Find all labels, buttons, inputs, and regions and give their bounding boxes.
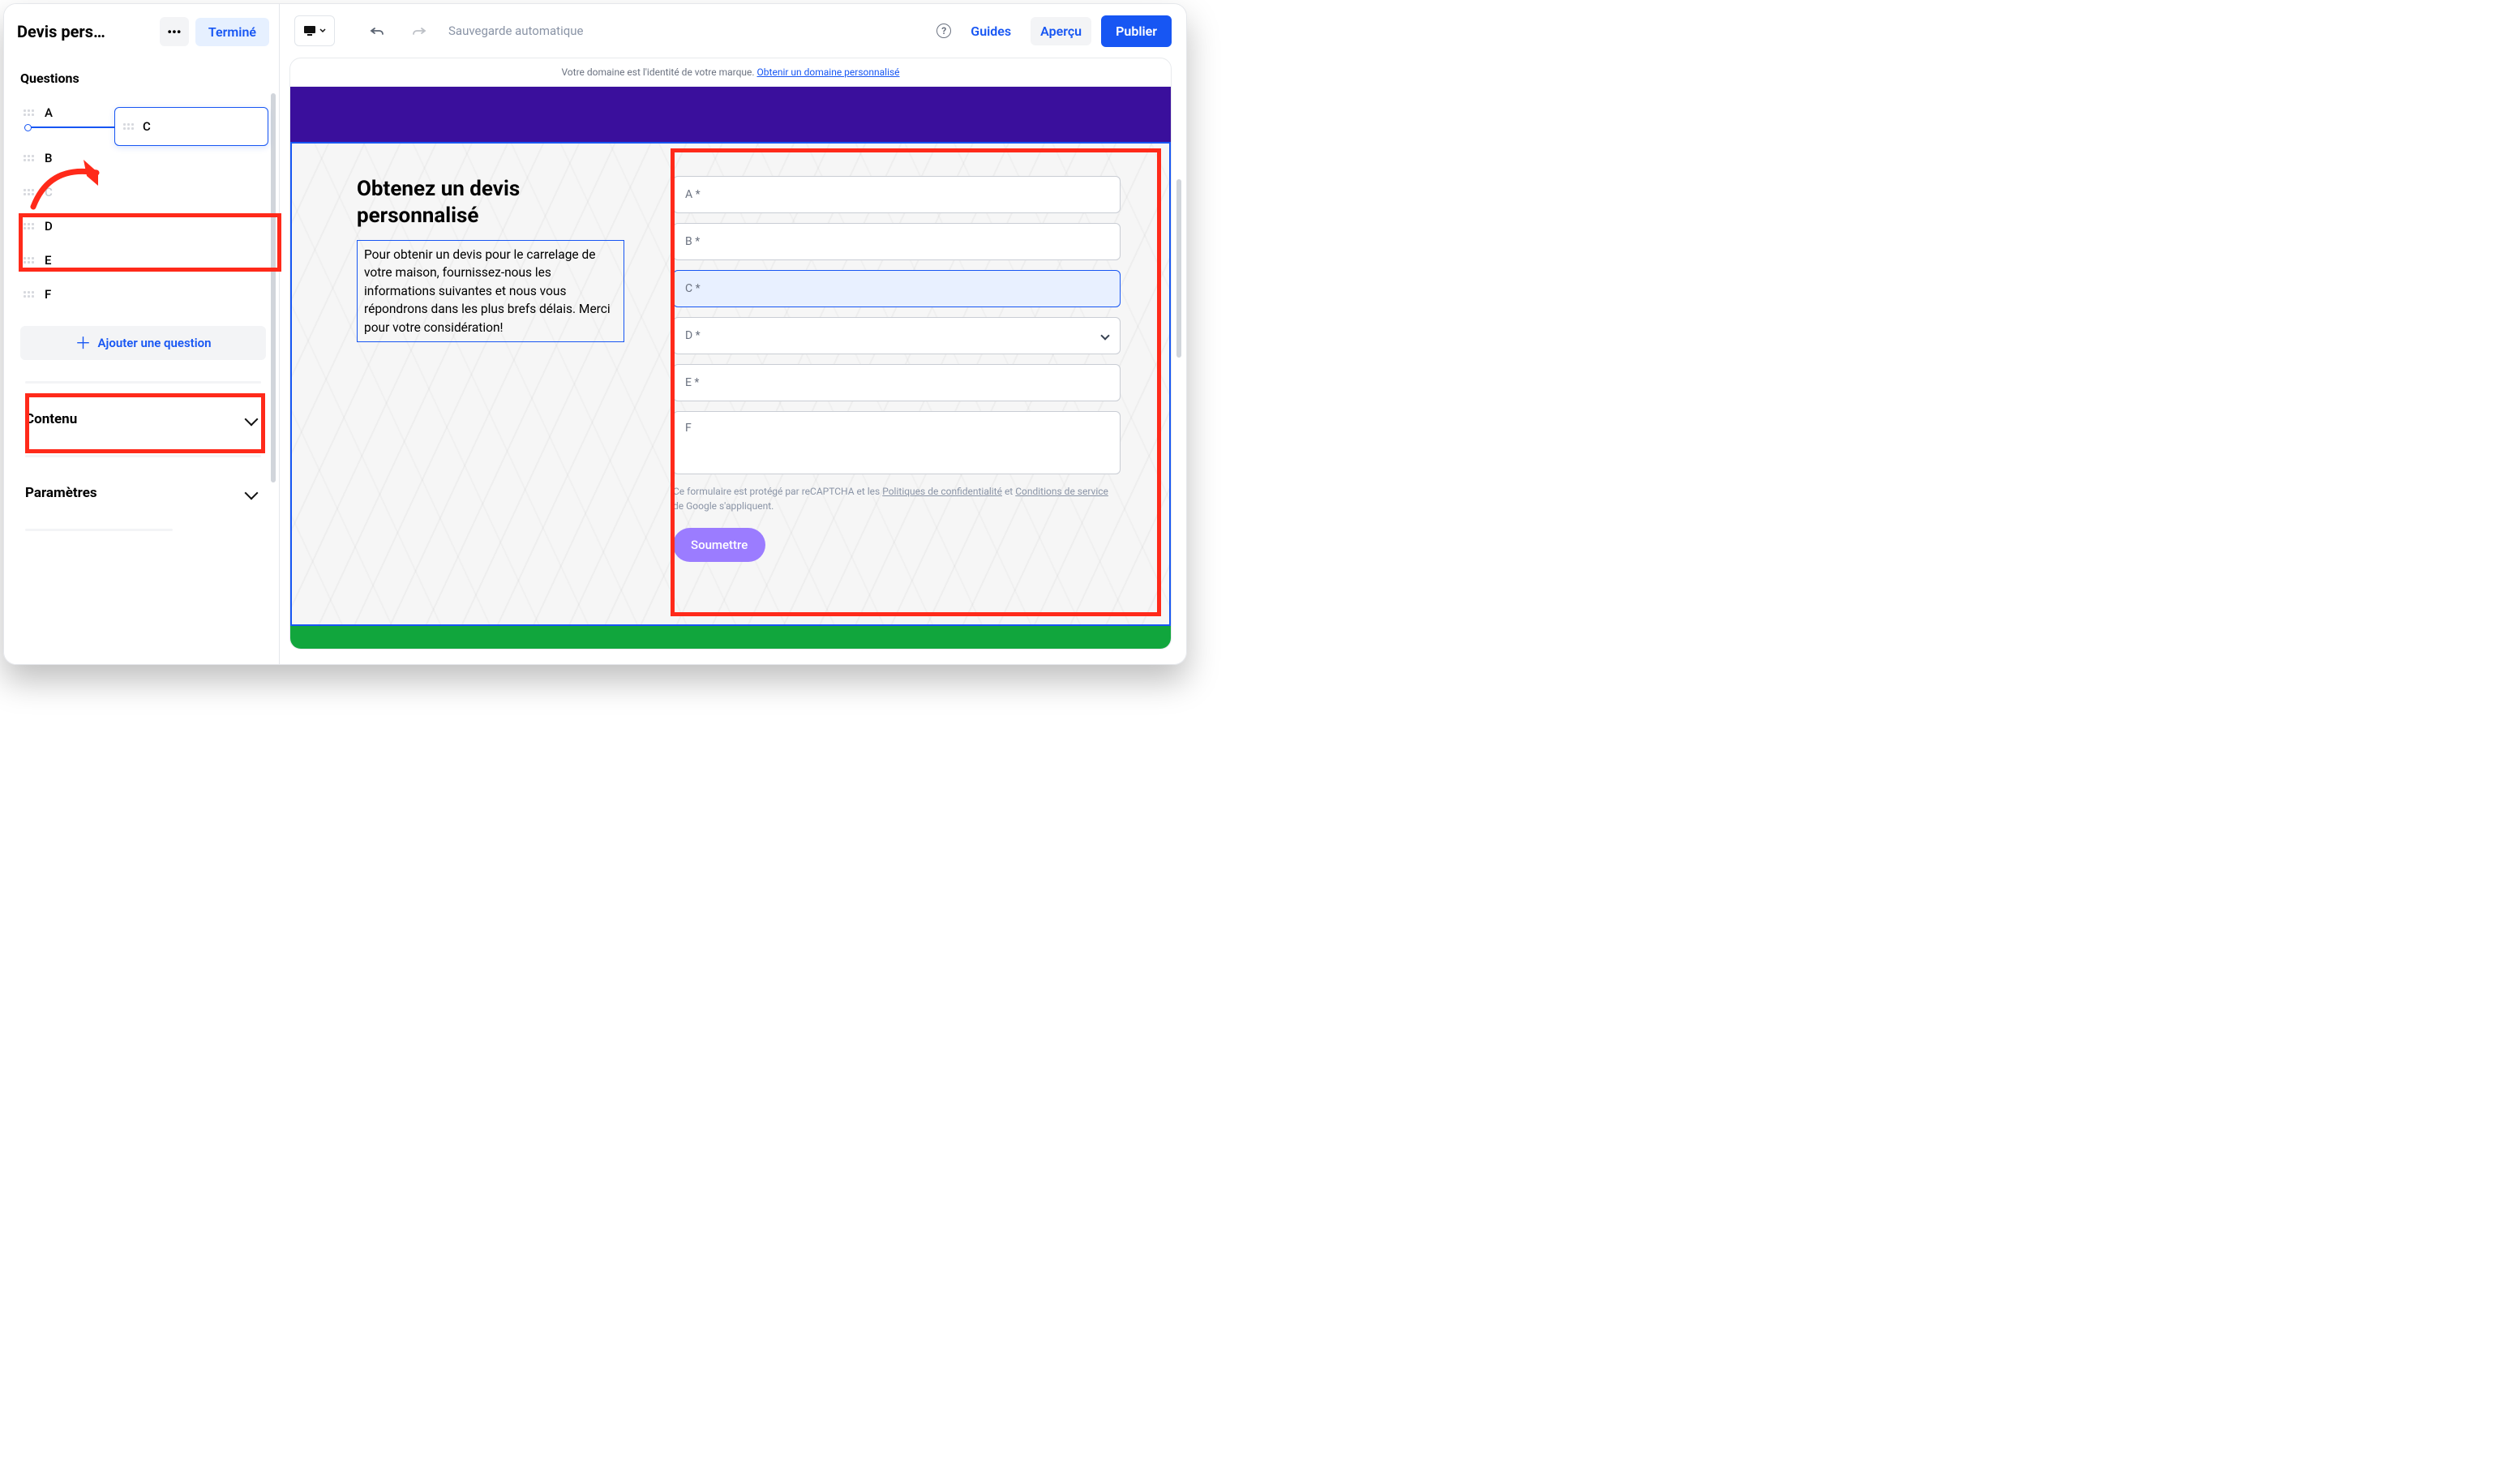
add-question-button[interactable]: ＋ Ajouter une question [20,326,266,360]
guides-link[interactable]: Guides [961,17,1021,45]
question-row[interactable]: E [20,243,266,277]
divider [25,529,173,531]
domain-notice: Votre domaine est l'identité de votre ma… [290,58,1171,87]
form-title: Obtenez un devis personnalisé [357,176,624,229]
question-row[interactable]: F [20,277,266,311]
done-button[interactable]: Terminé [195,18,269,46]
drag-handle-icon[interactable] [123,123,135,130]
redo-icon [412,26,426,36]
drag-handle-icon[interactable] [24,109,35,116]
page-title: Devis pers… [17,22,153,41]
desktop-icon [303,25,316,36]
form-field-f[interactable]: F [673,411,1121,474]
undo-button[interactable] [361,15,393,46]
divider [25,381,261,384]
toolbar: Sauvegarde automatique ? Guides Aperçu P… [280,4,1186,58]
question-row-ghost[interactable]: C [20,175,266,209]
chevron-down-icon [1100,331,1109,340]
form-field-a[interactable]: A * [673,176,1121,213]
domain-link[interactable]: Obtenir un domaine personnalisé [757,66,900,78]
add-question-label: Ajouter une question [98,336,212,350]
more-button[interactable]: ••• [160,17,189,46]
question-label: C [45,185,53,199]
question-label: D [45,219,53,234]
dragging-question-card[interactable]: C [114,107,268,146]
device-preview-button[interactable] [294,15,335,46]
form-field-c[interactable]: C * [673,270,1121,307]
submit-button[interactable]: Soumettre [673,528,765,562]
canvas-scrollbar[interactable] [1176,179,1181,358]
drag-handle-icon[interactable] [24,189,35,195]
undo-icon [370,26,384,36]
question-row[interactable]: D [20,209,266,243]
dragging-question-label: C [143,119,151,134]
question-label: A [45,105,53,120]
drag-handle-icon[interactable] [24,291,35,298]
question-row[interactable]: B [20,141,266,175]
divider [25,455,261,457]
preview-button[interactable]: Aperçu [1031,17,1091,45]
header-band [290,87,1171,142]
canvas: Votre domaine est l'identité de votre ma… [289,58,1172,649]
chevron-down-icon [245,413,259,427]
drag-handle-icon[interactable] [24,257,35,264]
plus-icon: ＋ [75,335,92,351]
accordion-contenu[interactable]: Contenu [20,405,266,434]
sidebar: Devis pers… ••• Terminé Questions C A [4,4,280,664]
sidebar-scrollbar[interactable] [271,93,276,482]
form-description[interactable]: Pour obtenir un devis pour le carrelage … [357,240,624,342]
form-field-b[interactable]: B * [673,223,1121,260]
recaptcha-notice: Ce formulaire est protégé par reCAPTCHA … [673,484,1121,513]
autosave-status: Sauvegarde automatique [448,24,583,38]
redo-button[interactable] [403,15,435,46]
drag-handle-icon[interactable] [24,155,35,161]
accordion-parametres[interactable]: Paramètres [20,478,266,508]
drag-handle-icon[interactable] [24,223,35,229]
help-icon[interactable]: ? [936,24,951,38]
form-field-e[interactable]: E * [673,364,1121,401]
privacy-link[interactable]: Politiques de confidentialité [882,486,1002,497]
question-label: B [45,151,52,165]
chevron-down-icon [245,487,259,500]
questions-heading: Questions [20,71,266,86]
footer-band [290,626,1171,649]
question-label: F [45,287,51,302]
form-section: Obtenez un devis personnalisé Pour obten… [290,142,1171,626]
form-field-d[interactable]: D * [673,317,1121,354]
terms-link[interactable]: Conditions de service [1015,486,1108,497]
publish-button[interactable]: Publier [1101,15,1172,47]
questions-list: C A B C D [20,96,266,311]
caret-down-icon [319,28,326,33]
form-field-d-label: D * [685,329,701,342]
question-label: E [45,253,51,268]
